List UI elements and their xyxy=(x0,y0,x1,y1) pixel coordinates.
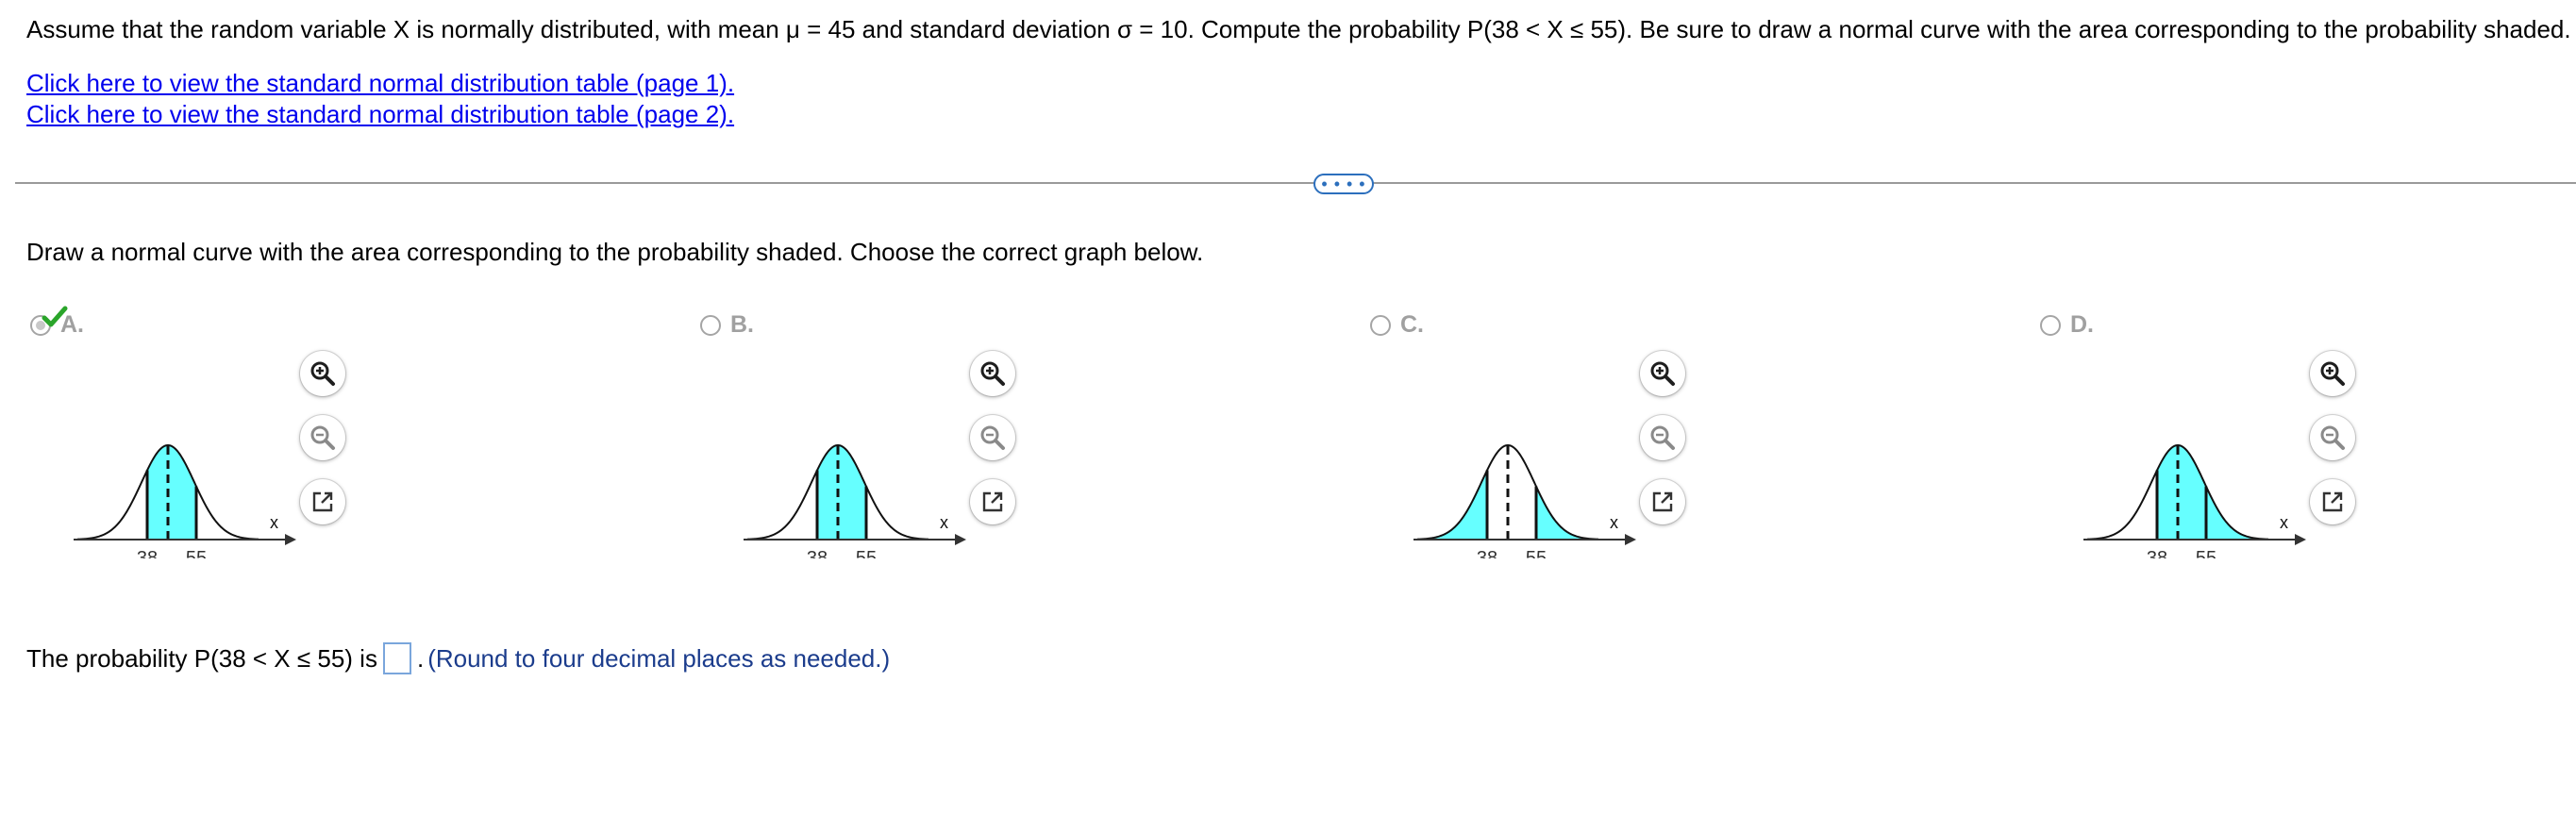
answer-line: The probability P(38 < X ≤ 55) is . (Rou… xyxy=(26,641,890,675)
tick-label-55: 55 xyxy=(856,548,877,558)
tick-label-38: 38 xyxy=(1477,548,1497,558)
shaded-region xyxy=(147,445,196,540)
instruction-text: Draw a normal curve with the area corres… xyxy=(26,238,1204,266)
more-options-button[interactable]: • • • • xyxy=(1313,174,1374,194)
tick-label-38: 38 xyxy=(137,548,158,558)
zoom-out-icon[interactable] xyxy=(300,415,345,460)
probability-input[interactable] xyxy=(382,642,411,674)
table-links: Click here to view the standard normal d… xyxy=(26,68,734,130)
option-radio-row[interactable]: B. xyxy=(700,311,754,339)
option-radio-row[interactable]: D. xyxy=(2040,311,2094,339)
x-axis-arrow xyxy=(1625,534,1636,545)
tick-label-55: 55 xyxy=(2196,548,2216,558)
zoom-in-icon[interactable] xyxy=(2310,351,2355,396)
zoom-in-icon[interactable] xyxy=(1640,351,1685,396)
option-d: D. x 38 55 xyxy=(2036,304,2576,606)
option-letter: B. xyxy=(730,311,754,338)
radio-button[interactable] xyxy=(1370,314,1391,336)
option-radio-row[interactable]: A. xyxy=(30,306,84,339)
question-text: Assume that the random variable X is nor… xyxy=(26,15,2571,43)
rounding-hint: (Round to four decimal places as needed.… xyxy=(427,644,891,673)
option-b: B. x 38 55 xyxy=(696,304,1319,606)
section-divider xyxy=(15,182,2576,184)
radio-button[interactable] xyxy=(2040,314,2061,336)
option-a: A. x 38 55 xyxy=(26,304,649,606)
radio-button[interactable] xyxy=(700,314,721,336)
zoom-in-icon[interactable] xyxy=(970,351,1015,396)
answer-suffix: . xyxy=(416,644,425,673)
zoom-in-icon[interactable] xyxy=(300,351,345,396)
open-graph-icon[interactable] xyxy=(300,479,345,524)
shaded-region xyxy=(817,445,866,540)
table-link-page-1[interactable]: Click here to view the standard normal d… xyxy=(26,68,734,99)
open-graph-icon[interactable] xyxy=(970,479,1015,524)
x-axis-label: x xyxy=(270,513,278,532)
option-radio-row[interactable]: C. xyxy=(1370,311,1424,339)
x-axis-label: x xyxy=(1610,513,1618,532)
checkmark-icon xyxy=(42,306,68,327)
open-graph-icon[interactable] xyxy=(1640,479,1685,524)
table-link-page-2[interactable]: Click here to view the standard normal d… xyxy=(26,99,734,130)
option-c: C. x 38 55 xyxy=(1366,304,1989,606)
tick-label-55: 55 xyxy=(186,548,207,558)
x-axis-arrow xyxy=(285,534,296,545)
tick-label-38: 38 xyxy=(2147,548,2167,558)
zoom-out-icon[interactable] xyxy=(1640,415,1685,460)
tick-label-38: 38 xyxy=(807,548,828,558)
tick-label-55: 55 xyxy=(1526,548,1547,558)
x-axis-arrow xyxy=(2295,534,2306,545)
option-letter: D. xyxy=(2070,311,2094,338)
x-axis-arrow xyxy=(955,534,966,545)
zoom-out-icon[interactable] xyxy=(2310,415,2355,460)
open-graph-icon[interactable] xyxy=(2310,479,2355,524)
answer-prefix: The probability P(38 < X ≤ 55) is xyxy=(26,644,377,673)
x-axis-label: x xyxy=(940,513,948,532)
zoom-out-icon[interactable] xyxy=(970,415,1015,460)
x-axis-label: x xyxy=(2280,513,2288,532)
option-letter: C. xyxy=(1400,311,1424,338)
shaded-region xyxy=(2157,445,2268,540)
